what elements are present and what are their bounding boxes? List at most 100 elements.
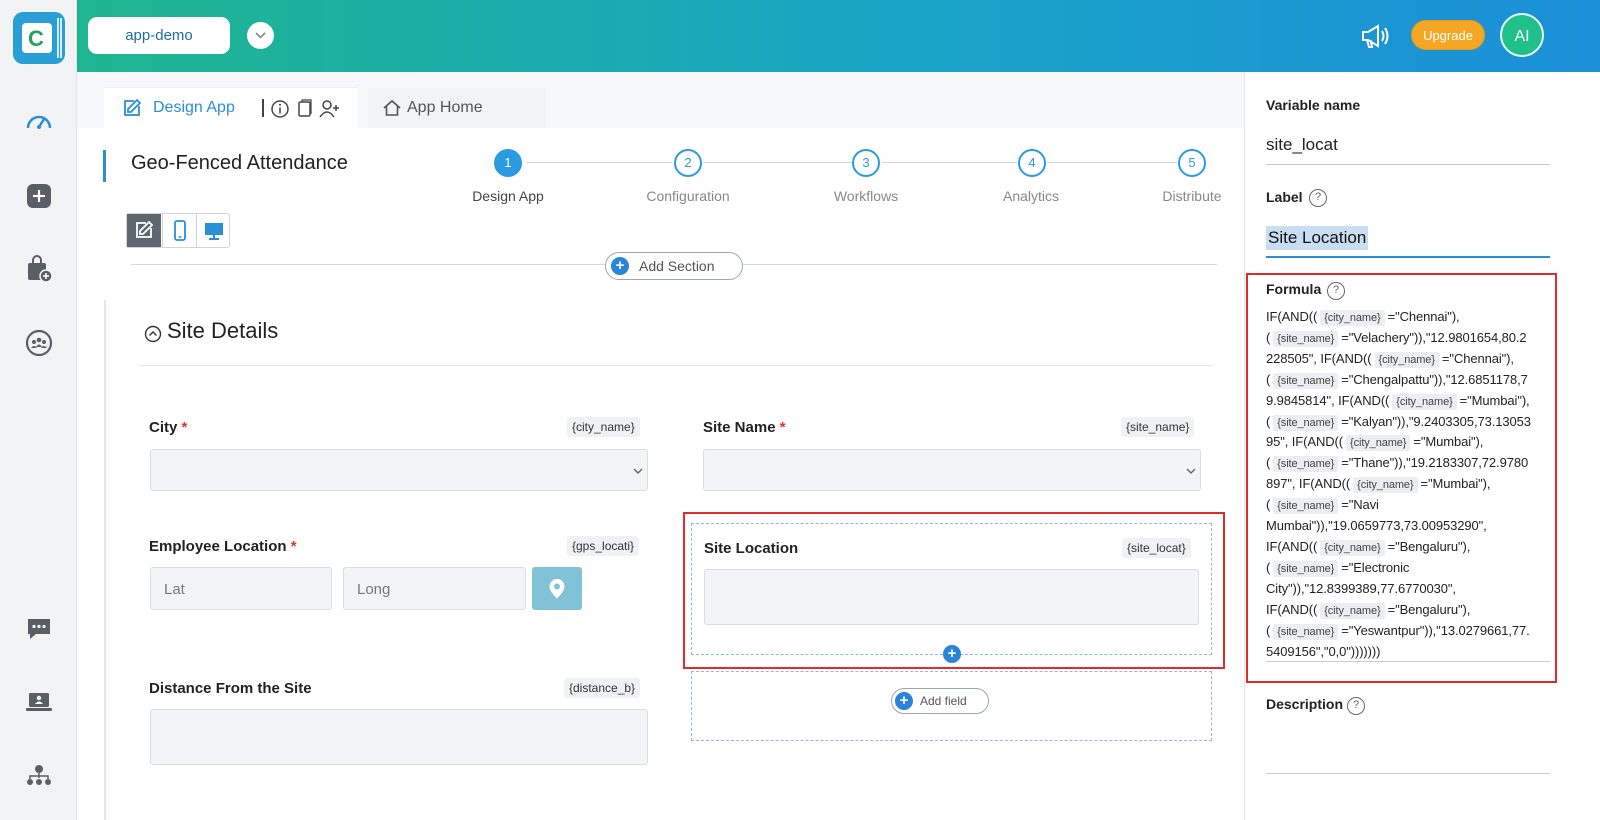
bag-add-icon[interactable] xyxy=(24,254,54,284)
formula-variable-chip: {city_name} xyxy=(1374,351,1439,368)
variable-name-input[interactable]: site_locat xyxy=(1266,135,1338,155)
lat-input[interactable]: Lat xyxy=(150,567,332,610)
help-icon[interactable]: ? xyxy=(1327,282,1345,300)
top-header: app-demo Upgrade AI xyxy=(77,0,1600,72)
step-2-label[interactable]: Configuration xyxy=(628,188,748,204)
formula-text: ="Kalyan")),"9.2403305,73.13053 xyxy=(1341,413,1531,429)
logo-letter: C xyxy=(28,26,44,51)
home-icon xyxy=(383,99,401,116)
tab-app-home[interactable]: App Home xyxy=(368,88,546,128)
formula-text: IF(AND(( xyxy=(1266,601,1318,617)
laptop-icon[interactable] xyxy=(24,687,54,717)
formula-text: 9.9845814", IF(AND(( xyxy=(1266,392,1390,408)
megaphone-icon[interactable] xyxy=(1360,22,1392,50)
edit-view-button[interactable] xyxy=(127,214,161,247)
tab-design-app[interactable]: Design App xyxy=(104,88,358,128)
edit-icon xyxy=(124,98,142,116)
copy-icon[interactable] xyxy=(296,99,314,119)
formula-text: ="Velachery")),"12.9801654,80.2 xyxy=(1341,329,1527,345)
app-dropdown-button[interactable] xyxy=(247,22,274,49)
long-placeholder: Long xyxy=(357,581,391,598)
upgrade-button[interactable]: Upgrade xyxy=(1411,20,1485,50)
add-field-button[interactable]: + Add field xyxy=(891,688,989,714)
formula-variable-chip: {site_name} xyxy=(1273,414,1339,431)
formula-text: ="Chennai"), xyxy=(1441,350,1514,366)
help-icon[interactable]: ? xyxy=(1309,189,1327,207)
formula-text: ="Thane")),"19.2183307,72.9780 xyxy=(1341,455,1529,471)
site-name-field-label: Site Name * xyxy=(703,419,786,436)
lat-placeholder: Lat xyxy=(164,581,185,598)
formula-text: ( xyxy=(1266,329,1271,345)
tab-design-label: Design App xyxy=(153,99,235,116)
label-input[interactable]: Site Location xyxy=(1266,226,1369,250)
formula-text: 228505", IF(AND(( xyxy=(1266,350,1372,366)
speedometer-icon[interactable] xyxy=(24,108,54,138)
section-guide xyxy=(104,300,106,820)
help-icon[interactable]: ? xyxy=(1347,697,1365,715)
add-user-icon[interactable] xyxy=(319,98,341,120)
city-variable-tag: {city_name} xyxy=(567,417,640,437)
formula-variable-chip: {site_name} xyxy=(1273,330,1339,347)
variable-name-underline xyxy=(1266,164,1550,165)
city-select[interactable] xyxy=(150,449,648,491)
add-section-button[interactable]: + Add Section xyxy=(605,252,743,280)
formula-underline xyxy=(1266,661,1550,662)
step-connector xyxy=(526,162,672,163)
step-5-circle[interactable]: 5 xyxy=(1178,149,1206,177)
add-below-plus-icon[interactable]: + xyxy=(943,645,961,663)
employee-location-variable-tag: {gps_locati} xyxy=(567,536,640,556)
org-icon[interactable] xyxy=(24,760,54,790)
formula-text: ="Chengalpattu")),"12.6851178,7 xyxy=(1341,371,1528,387)
app-selector[interactable]: app-demo xyxy=(88,17,230,54)
step-1-label[interactable]: Design App xyxy=(448,188,568,204)
chevron-down-icon xyxy=(633,468,643,474)
location-pin-icon xyxy=(549,579,565,599)
info-icon[interactable] xyxy=(270,99,290,119)
site-location-variable-tag: {site_locat} xyxy=(1122,538,1191,558)
desktop-view-button[interactable] xyxy=(196,214,230,247)
add-square-icon[interactable] xyxy=(24,181,54,211)
site-location-input[interactable] xyxy=(704,569,1199,625)
step-5-label[interactable]: Distribute xyxy=(1132,188,1252,204)
formula-editor[interactable]: IF(AND(({city_name} ="Chennai"),({site_na… xyxy=(1266,307,1551,662)
formula-text: ( xyxy=(1266,497,1271,513)
employee-location-label: Employee Location * xyxy=(149,538,297,555)
step-4-label[interactable]: Analytics xyxy=(971,188,1091,204)
get-location-button[interactable] xyxy=(532,567,582,610)
formula-variable-chip: {site_name} xyxy=(1273,372,1339,389)
description-underline xyxy=(1266,773,1550,774)
formula-line: ({site_name} ="Thane")),"19.2183307,72.97… xyxy=(1266,453,1551,474)
section-title: Site Details xyxy=(167,318,279,343)
long-input[interactable]: Long xyxy=(343,567,526,610)
add-section-label: Add Section xyxy=(639,258,715,274)
formula-variable-chip: {city_name} xyxy=(1320,310,1385,326)
chat-icon[interactable] xyxy=(24,614,54,644)
formula-text: ="Mumbai"), xyxy=(1413,434,1484,450)
formula-line: ({site_name} ="Electronic xyxy=(1266,558,1551,579)
site-name-select[interactable] xyxy=(703,449,1201,491)
formula-line: IF(AND(({city_name} ="Chennai"), xyxy=(1266,307,1551,328)
step-1-circle[interactable]: 1 xyxy=(494,149,522,177)
label-underline xyxy=(1266,256,1550,258)
chevron-down-icon xyxy=(1186,468,1196,474)
distance-input[interactable] xyxy=(150,709,648,765)
step-3-circle[interactable]: 3 xyxy=(852,149,880,177)
step-3-label[interactable]: Workflows xyxy=(806,188,926,204)
formula-line: 95", IF(AND(({city_name} ="Mumbai"), xyxy=(1266,432,1551,453)
step-4-circle[interactable]: 4 xyxy=(1018,149,1046,177)
formula-line: ({site_name} ="Navi xyxy=(1266,495,1551,516)
city-field-label: City * xyxy=(149,419,188,436)
app-logo[interactable]: C xyxy=(13,12,65,64)
distance-field-label: Distance From the Site xyxy=(149,680,312,697)
step-connector xyxy=(882,162,1017,163)
team-icon[interactable] xyxy=(24,328,54,358)
mobile-view-button[interactable] xyxy=(162,214,196,247)
chevron-up-icon[interactable] xyxy=(144,325,162,343)
formula-text: ="Electronic xyxy=(1341,559,1410,575)
section-underline xyxy=(140,365,1212,366)
avatar[interactable]: AI xyxy=(1500,13,1544,57)
formula-variable-chip: {city_name} xyxy=(1320,602,1385,619)
formula-text: ="Mumbai"), xyxy=(1459,392,1530,408)
formula-text: 5409156","0,0"))))))) xyxy=(1266,643,1381,659)
step-2-circle[interactable]: 2 xyxy=(674,149,702,177)
